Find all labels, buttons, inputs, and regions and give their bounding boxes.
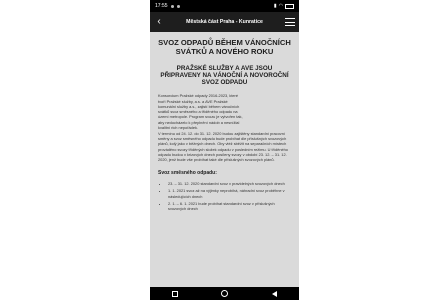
article-paragraph: Konsorcium Pražské odpady 2016-2023, kte… — [158, 93, 243, 130]
article-paragraph: V termínu od 24. 12. do 31. 12. 2020 bud… — [158, 130, 288, 162]
battery-icon — [285, 3, 294, 9]
hamburger-menu-icon[interactable] — [284, 18, 295, 26]
android-navigation-bar — [150, 287, 299, 300]
status-bar: 17:55 ▮ ◠ — [150, 0, 299, 12]
phone-screen: 17:55 ▮ ◠ ‹ Městská část Praha - Kunrati… — [150, 0, 299, 300]
bullet-list: 23. – 31. 12. 2020 standardní svoz v pra… — [158, 181, 291, 211]
section-heading: Svoz směsného odpadu: — [158, 170, 217, 177]
article-subtitle: PRAŽSKÉ SLUŽBY A AVE JSOU PŘIPRAVENY NA … — [160, 64, 289, 87]
notification-icon — [176, 4, 180, 8]
recents-icon[interactable] — [171, 290, 178, 297]
list-item: 2. 1. – 6. 1. 2021 bude probíhat standar… — [168, 201, 291, 211]
signal-icon: ▮ — [273, 3, 277, 9]
wifi-icon: ◠ — [278, 3, 283, 9]
home-icon[interactable] — [221, 290, 229, 297]
article-title: SVOZ ODPADŮ BĚHEM VÁNOČNÍCH SVÁTKŮ A NOV… — [158, 38, 291, 56]
article-content: SVOZ ODPADŮ BĚHEM VÁNOČNÍCH SVÁTKŮ A NOV… — [150, 32, 299, 287]
status-right: ▮ ◠ — [274, 3, 294, 9]
app-title: Městská část Praha - Kunratice — [186, 19, 263, 25]
list-item: 1. 1. 2021 svoz až na výjimky neprobíhá,… — [168, 188, 291, 198]
status-left: 17:55 — [155, 3, 180, 9]
back-icon[interactable]: ‹ — [154, 17, 164, 27]
app-bar: ‹ Městská část Praha - Kunratice — [150, 12, 299, 32]
status-time: 17:55 — [155, 3, 168, 9]
notification-icon — [170, 4, 174, 8]
back-nav-icon[interactable] — [272, 290, 278, 297]
list-item: 23. – 31. 12. 2020 standardní svoz v pra… — [168, 181, 291, 186]
